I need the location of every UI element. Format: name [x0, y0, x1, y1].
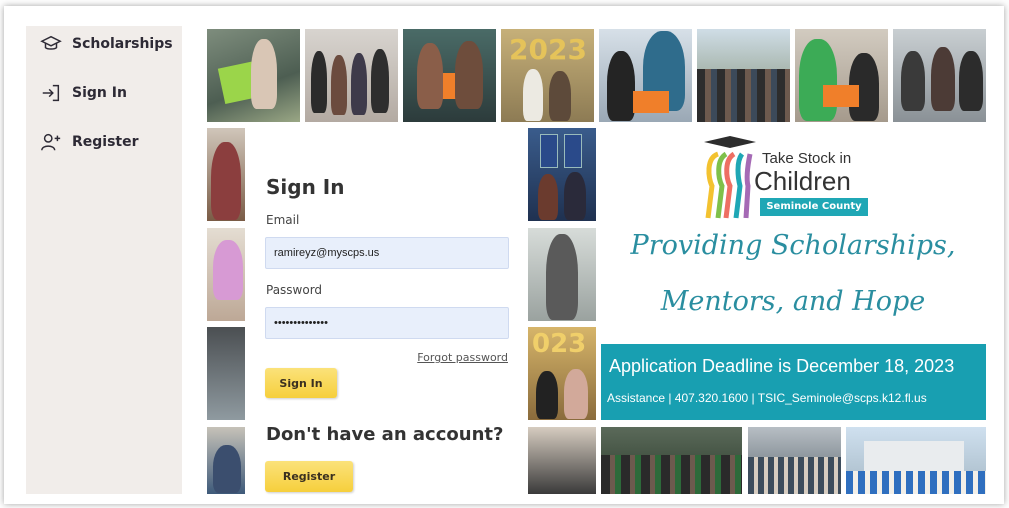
- org-name-line3: Seminole County: [760, 198, 868, 216]
- photo-outdoor-group: [697, 29, 790, 122]
- password-label: Password: [266, 283, 323, 297]
- photo-bottom-building: [846, 427, 986, 494]
- photo-bottom-1: [528, 427, 596, 494]
- photo-banner-students: [528, 128, 596, 221]
- org-name-line1: Take Stock in: [762, 150, 852, 167]
- email-label: Email: [266, 213, 300, 227]
- photo-student-left-2: [207, 228, 245, 321]
- org-name-line2: Children: [754, 166, 851, 196]
- register-button[interactable]: Register: [265, 461, 353, 492]
- photo-mascot: [599, 29, 692, 122]
- sidebar-item-label: Sign In: [72, 85, 127, 101]
- sidebar-item-label: Register: [72, 134, 139, 150]
- email-field[interactable]: [265, 237, 509, 269]
- photo-mentor-student: [795, 29, 888, 122]
- branding-panel: Take Stock in Children Seminole County P…: [600, 126, 986, 344]
- photo-students-college-bound: [207, 29, 300, 122]
- photo-student-left-1: [207, 128, 245, 221]
- sign-in-button[interactable]: Sign In: [265, 368, 337, 398]
- deadline-banner: Application Deadline is December 18, 202…: [601, 344, 986, 420]
- sign-in-panel: Sign In Email Password Forgot password S…: [246, 128, 524, 494]
- deadline-text: Application Deadline is December 18, 202…: [609, 356, 955, 376]
- add-user-icon: [41, 133, 61, 151]
- sign-in-icon: [42, 84, 60, 102]
- sidebar-item-scholarships[interactable]: Scholarships: [40, 31, 173, 57]
- photo-bottom-audience: [748, 427, 841, 494]
- photo-student-left-3: [207, 327, 245, 420]
- photo-students-table: [893, 29, 986, 122]
- tagline-line2: Mentors, and Hope: [660, 286, 926, 317]
- graduation-cap-icon: [40, 35, 62, 50]
- sidebar-item-sign-in[interactable]: Sign In: [40, 80, 127, 106]
- photo-student-group: [305, 29, 398, 122]
- sign-in-heading: Sign In: [266, 175, 345, 199]
- photo-student-left-4: [207, 427, 245, 494]
- forgot-password-link[interactable]: Forgot password: [417, 351, 508, 364]
- photo-take-stock-sign: [403, 29, 496, 122]
- photo-bottom-group: [601, 427, 742, 494]
- sidebar: Scholarships Sign In Register: [26, 26, 182, 494]
- assistance-contact: Assistance | 407.320.1600 | TSIC_Seminol…: [607, 391, 927, 405]
- sidebar-item-label: Scholarships: [72, 36, 173, 52]
- password-field[interactable]: [265, 307, 509, 339]
- photo-student-with-sign: [528, 228, 596, 321]
- tagline-line1: Providing Scholarships,: [630, 230, 956, 261]
- photo-2023-balloons: 2023: [501, 29, 594, 122]
- sidebar-item-register[interactable]: Register: [40, 129, 139, 155]
- photo-2023-grads: 023: [528, 327, 596, 420]
- no-account-heading: Don't have an account?: [266, 424, 504, 445]
